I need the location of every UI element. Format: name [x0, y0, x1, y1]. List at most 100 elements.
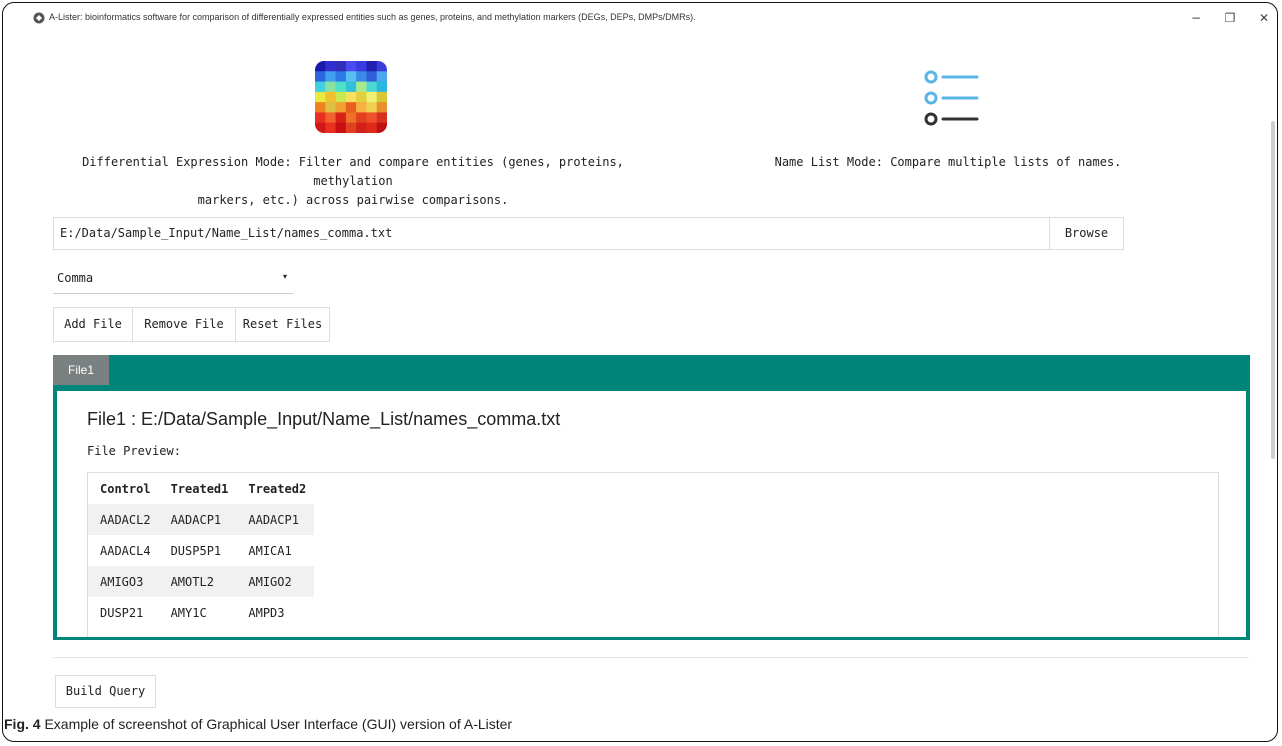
heatmap-cell	[335, 122, 347, 133]
table-cell: AMPD3	[248, 605, 285, 620]
heatmap-cell	[315, 91, 326, 103]
heatmap-cell	[335, 112, 347, 124]
reset-files-button[interactable]: Reset Files	[235, 307, 330, 342]
heatmap-cell	[366, 91, 378, 103]
heatmap-cell	[345, 81, 357, 93]
heatmap-cell	[345, 112, 357, 124]
heatmap-cell	[315, 71, 326, 83]
heatmap-cell	[376, 61, 387, 72]
file-preview-table-container[interactable]: Control Treated1 Treated2 AADACL2 AADACP…	[87, 472, 1219, 637]
table-cell: AMIGO3	[88, 566, 159, 597]
table-cell: AMICA1	[248, 543, 292, 558]
title-bar: A-Lister: bioinformatics software for co…	[3, 3, 1277, 33]
vertical-scrollbar[interactable]	[1271, 121, 1275, 459]
heatmap-cell	[345, 122, 357, 133]
heatmap-cell	[356, 61, 367, 72]
heatmap-cell	[356, 81, 367, 93]
heatmap-cell	[345, 61, 357, 72]
table-row: AADACL2 AADACP1 AADACP1	[88, 504, 315, 535]
heatmap-cell	[376, 112, 387, 124]
file-preview-label: File Preview:	[87, 444, 181, 458]
heatmap-cell	[366, 102, 378, 113]
table-cell: AADACL2	[88, 504, 159, 535]
heatmap-cell	[315, 122, 326, 133]
heatmap-cell	[345, 91, 357, 103]
delimiter-select[interactable]: Comma ▾	[53, 263, 293, 294]
heatmap-cell	[376, 81, 387, 93]
table-cell: AADACP1	[158, 504, 237, 535]
list-icon[interactable]	[921, 67, 981, 127]
delimiter-selected-value: Comma	[57, 271, 94, 285]
divider	[53, 657, 1249, 658]
browse-button[interactable]: Browse	[1049, 217, 1124, 250]
differential-mode-description[interactable]: Differential Expression Mode: Filter and…	[63, 153, 643, 210]
window-title: A-Lister: bioinformatics software for co…	[49, 12, 696, 22]
heatmap-cell	[315, 61, 326, 72]
table-cell: AMY1C	[170, 605, 207, 620]
heatmap-cell	[356, 102, 367, 113]
table-row: DUSP21 AMY1C AMPD3	[88, 597, 314, 628]
column-header: Treated1	[170, 481, 229, 496]
heatmap-cell	[376, 122, 387, 133]
heatmap-cell	[325, 61, 337, 72]
figure-label: Fig. 4	[4, 716, 41, 732]
heatmap-cell	[356, 91, 367, 103]
heatmap-cell	[356, 71, 367, 83]
table-cell: AADACP1	[236, 504, 315, 535]
heatmap-cell	[345, 102, 357, 113]
heatmap-cell	[325, 102, 337, 113]
tab-file1[interactable]: File1	[53, 355, 109, 385]
app-icon	[33, 12, 45, 24]
table-cell: AMIGO2	[236, 566, 315, 597]
column-header: Control	[100, 481, 151, 496]
heatmap-cell	[325, 122, 337, 133]
column-header: Treated2	[248, 481, 307, 496]
minimize-button[interactable]: −	[1185, 9, 1207, 27]
heatmap-cell	[335, 71, 347, 83]
heatmap-cell	[315, 102, 326, 113]
heatmap-cell	[345, 71, 357, 83]
heatmap-cell	[376, 102, 387, 113]
heatmap-cell	[325, 112, 337, 124]
close-button[interactable]: ✕	[1253, 9, 1275, 27]
heatmap-cell	[325, 91, 337, 103]
table-header-row: Control Treated1 Treated2	[88, 473, 314, 504]
heatmap-cell	[366, 122, 378, 133]
file-tab-panel: File1 File1 : E:/Data/Sample_Input/Name_…	[53, 355, 1250, 640]
build-query-button[interactable]: Build Query	[55, 675, 156, 708]
file-path-input[interactable]: E:/Data/Sample_Input/Name_List/names_com…	[53, 217, 1050, 250]
namelist-mode-description[interactable]: Name List Mode: Compare multiple lists o…	[763, 153, 1133, 172]
heatmap-cell	[335, 81, 347, 93]
add-file-button[interactable]: Add File	[53, 307, 133, 342]
differential-mode-line1: Differential Expression Mode: Filter and…	[82, 155, 624, 188]
heatmap-cell	[356, 122, 367, 133]
heatmap-cell	[366, 81, 378, 93]
heatmap-cell	[376, 71, 387, 83]
table-cell: DUSP21	[100, 605, 144, 620]
heatmap-cell	[325, 81, 337, 93]
remove-file-button[interactable]: Remove File	[132, 307, 236, 342]
table-cell: AMOTL2	[158, 566, 237, 597]
heatmap-cell	[315, 112, 326, 124]
heatmap-cell	[335, 61, 347, 72]
table-cell: DUSP5P1	[170, 543, 222, 558]
differential-mode-line2: markers, etc.) across pairwise compariso…	[197, 193, 509, 207]
heatmap-cell	[366, 61, 378, 72]
heatmap-cell	[325, 71, 337, 83]
file-heading: File1 : E:/Data/Sample_Input/Name_List/n…	[87, 409, 561, 429]
figure-caption-text: Example of screenshot of Graphical User …	[40, 716, 513, 732]
app-window: A-Lister: bioinformatics software for co…	[2, 2, 1278, 742]
heatmap-cell	[366, 71, 378, 83]
heatmap-cell	[366, 112, 378, 124]
heatmap-cell	[335, 91, 347, 103]
table-row: AADACL4 DUSP5P1 AMICA1	[88, 535, 314, 566]
file-preview-table: Control Treated1 Treated2 AADACL2 AADACP…	[88, 473, 315, 628]
chevron-down-icon: ▾	[283, 272, 288, 281]
maximize-button[interactable]: ❐	[1219, 9, 1241, 27]
heatmap-cell	[335, 102, 347, 113]
heatmap-cell	[315, 81, 326, 93]
table-cell: AADACL4	[100, 543, 151, 558]
heatmap-icon[interactable]	[315, 61, 387, 133]
file-tab-content: File1 : E:/Data/Sample_Input/Name_List/n…	[57, 391, 1246, 637]
heatmap-cell	[376, 91, 387, 103]
